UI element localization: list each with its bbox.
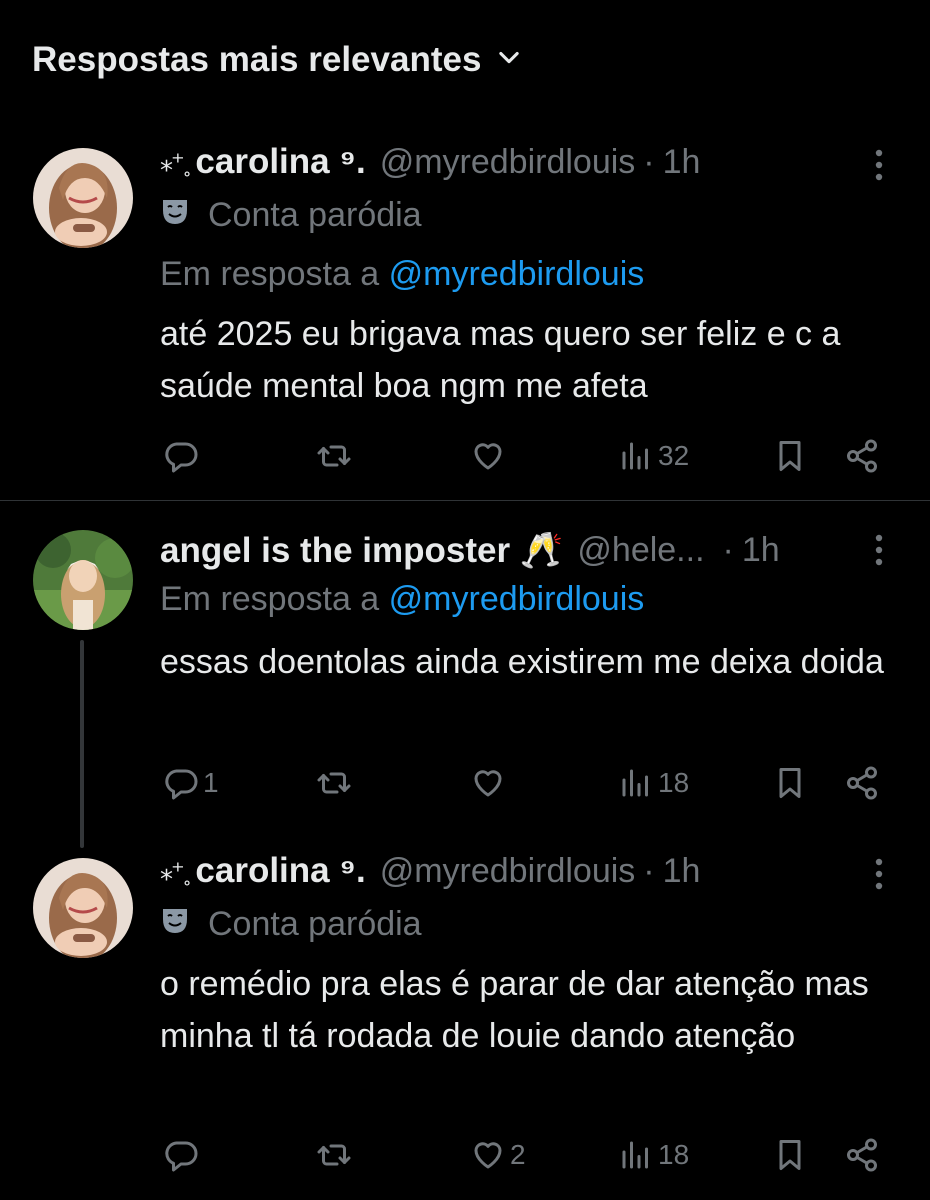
retweet-icon bbox=[317, 772, 351, 794]
reply-icon bbox=[165, 442, 198, 473]
display-name[interactable]: carolina ⁹. bbox=[195, 851, 365, 891]
reply-tweet[interactable]: angel is the imposter 🥂 @hele... · 1h Em… bbox=[0, 500, 930, 830]
share-button[interactable] bbox=[844, 431, 880, 481]
tweet-text: até 2025 eu brigava mas quero ser feliz … bbox=[160, 315, 841, 405]
heart-icon bbox=[474, 443, 502, 470]
action-bar: 1 18 bbox=[0, 758, 930, 808]
bookmark-icon bbox=[779, 768, 801, 798]
share-icon bbox=[847, 439, 877, 473]
bookmark-icon bbox=[779, 1140, 801, 1170]
bookmark-button[interactable] bbox=[772, 431, 808, 481]
tweet-header: ⁎⁺˳ carolina ⁹. @myredbirdlouis · 1h bbox=[160, 137, 700, 187]
user-handle[interactable]: @myredbirdlouis bbox=[380, 852, 636, 891]
more-options-button[interactable] bbox=[862, 530, 896, 570]
reply-tweet[interactable]: ⁎⁺˳ carolina ⁹. @myredbirdlouis · 1h Con… bbox=[0, 830, 930, 1200]
reply-button[interactable] bbox=[163, 431, 203, 481]
tweet-text: essas doentolas ainda existirem me deixa… bbox=[160, 643, 884, 681]
view-count: 18 bbox=[658, 1139, 690, 1170]
bookmark-button[interactable] bbox=[772, 758, 808, 808]
like-button[interactable] bbox=[470, 758, 510, 808]
sparkle-decoration: ⁎⁺˳ bbox=[160, 146, 191, 177]
reply-context: Em resposta a @myredbirdlouis bbox=[160, 255, 644, 294]
action-bar: 32 bbox=[0, 431, 930, 481]
tweet-header: angel is the imposter 🥂 @hele... · 1h bbox=[160, 525, 780, 575]
avatar[interactable] bbox=[33, 858, 133, 958]
retweet-button[interactable] bbox=[316, 758, 356, 808]
more-options-button[interactable] bbox=[862, 854, 896, 894]
retweet-button[interactable] bbox=[316, 431, 356, 481]
avatar[interactable] bbox=[33, 530, 133, 630]
dot-separator: · bbox=[722, 530, 734, 569]
heart-icon bbox=[474, 770, 502, 797]
theater-mask-icon bbox=[160, 196, 190, 235]
badge-label: Conta paródia bbox=[208, 195, 422, 234]
more-vertical-icon bbox=[875, 534, 883, 566]
heart-icon bbox=[474, 1142, 502, 1169]
like-button[interactable]: 2 bbox=[470, 1130, 526, 1180]
analytics-icon bbox=[622, 769, 648, 797]
dot-separator: · bbox=[643, 142, 655, 181]
display-name[interactable]: angel is the imposter 🥂 bbox=[160, 530, 563, 571]
view-count: 18 bbox=[658, 767, 690, 798]
user-handle[interactable]: @hele... bbox=[577, 531, 704, 570]
like-count: 2 bbox=[510, 1139, 526, 1170]
analytics-icon bbox=[622, 1141, 648, 1169]
reply-count: 1 bbox=[203, 767, 219, 798]
analytics-icon bbox=[622, 442, 648, 470]
reply-prefix: Em resposta a bbox=[160, 255, 380, 293]
tweet-header: ⁎⁺˳ carolina ⁹. @myredbirdlouis · 1h bbox=[160, 846, 700, 896]
reply-tweet[interactable]: ⁎⁺˳ carolina ⁹. @myredbirdlouis · 1h Con… bbox=[0, 0, 930, 500]
views-button[interactable]: 18 bbox=[618, 758, 689, 808]
reply-context: Em resposta a @myredbirdlouis bbox=[160, 580, 644, 619]
bookmark-button[interactable] bbox=[772, 1130, 808, 1180]
reply-to-handle-link[interactable]: @myredbirdlouis bbox=[389, 255, 645, 293]
views-button[interactable]: 18 bbox=[618, 1130, 689, 1180]
avatar[interactable] bbox=[33, 148, 133, 248]
share-icon bbox=[847, 766, 877, 800]
theater-mask-icon bbox=[160, 905, 190, 944]
display-name[interactable]: carolina ⁹. bbox=[195, 142, 365, 182]
retweet-icon bbox=[317, 445, 351, 467]
dot-separator: · bbox=[643, 851, 655, 890]
reply-button[interactable]: 1 bbox=[163, 758, 219, 808]
sparkle-decoration: ⁎⁺˳ bbox=[160, 855, 191, 886]
action-bar: 2 18 bbox=[0, 1130, 930, 1180]
view-count: 32 bbox=[658, 440, 690, 471]
reply-button[interactable] bbox=[163, 1130, 203, 1180]
share-button[interactable] bbox=[844, 758, 880, 808]
retweet-button[interactable] bbox=[316, 1130, 356, 1180]
bookmark-icon bbox=[779, 441, 801, 471]
reply-icon bbox=[165, 1141, 198, 1172]
parody-badge: Conta paródia bbox=[160, 193, 422, 237]
user-handle[interactable]: @myredbirdlouis bbox=[380, 143, 636, 182]
more-vertical-icon bbox=[875, 858, 883, 890]
tweet-text: o remédio pra elas é parar de dar atençã… bbox=[160, 965, 869, 1055]
more-options-button[interactable] bbox=[862, 145, 896, 185]
reply-icon bbox=[165, 769, 198, 800]
retweet-icon bbox=[317, 1144, 351, 1166]
timestamp[interactable]: 1h bbox=[663, 852, 701, 891]
views-button[interactable]: 32 bbox=[618, 431, 689, 481]
parody-badge: Conta paródia bbox=[160, 902, 422, 946]
like-button[interactable] bbox=[470, 431, 510, 481]
badge-label: Conta paródia bbox=[208, 904, 422, 943]
more-vertical-icon bbox=[875, 149, 883, 181]
share-icon bbox=[847, 1138, 877, 1172]
reply-to-handle-link[interactable]: @myredbirdlouis bbox=[389, 580, 645, 618]
timestamp[interactable]: 1h bbox=[742, 531, 780, 570]
share-button[interactable] bbox=[844, 1130, 880, 1180]
reply-prefix: Em resposta a bbox=[160, 580, 380, 618]
timestamp[interactable]: 1h bbox=[663, 143, 701, 182]
